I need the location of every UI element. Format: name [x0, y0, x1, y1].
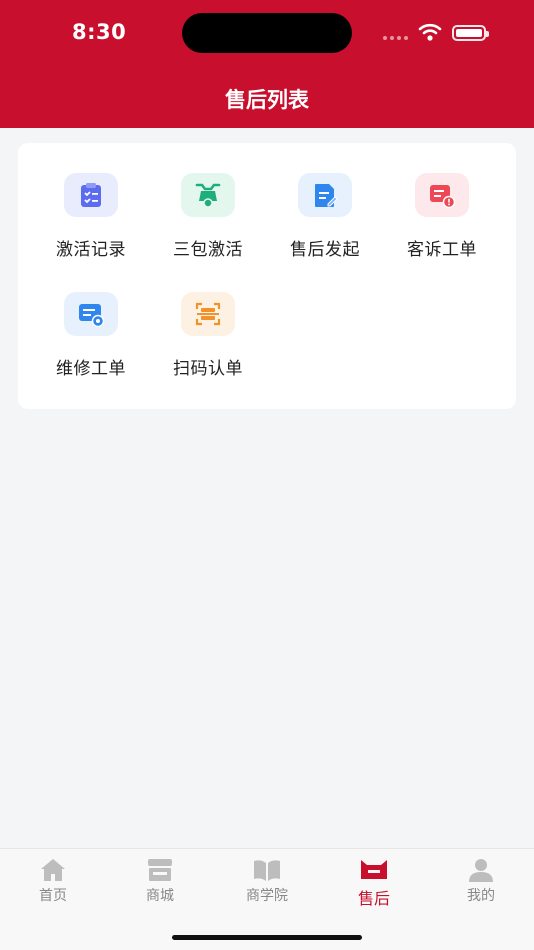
menu-item-repair-order[interactable]: 维修工单 [33, 292, 149, 392]
user-icon [469, 859, 493, 882]
home-indicator [172, 935, 362, 940]
menu-item-after-sales-initiate[interactable]: 售后发起 [267, 173, 383, 273]
tab-home[interactable]: 首页 [0, 857, 106, 907]
tab-after-sales[interactable]: 售后 [321, 857, 427, 908]
store-icon [148, 859, 172, 881]
status-time: 8:30 [72, 20, 127, 44]
status-bar: 8:30 [0, 0, 534, 66]
tab-label: 我的 [467, 888, 495, 904]
menu-item-activation-record[interactable]: 激活记录 [33, 173, 149, 273]
after-sales-icon [361, 860, 387, 879]
wifi-icon [418, 23, 442, 41]
document-edit-icon [298, 173, 352, 217]
tab-label: 首页 [39, 888, 67, 904]
after-sales-menu-card: 激活记录 三包激活 售后发起 客诉工单 维修工单 扫码认单 [18, 143, 516, 409]
menu-item-scan-confirm[interactable]: 扫码认单 [150, 292, 266, 392]
battery-icon [452, 25, 489, 41]
menu-item-warranty-activation[interactable]: 三包激活 [150, 173, 266, 273]
complaint-message-icon [415, 173, 469, 217]
book-icon [254, 860, 280, 881]
menu-item-label: 扫码认单 [173, 359, 243, 379]
clipboard-checklist-icon [64, 173, 118, 217]
app-header: 8:30 售后列表 [0, 0, 534, 128]
menu-item-label: 维修工单 [56, 359, 126, 379]
scooter-icon [181, 173, 235, 217]
menu-item-label: 激活记录 [56, 240, 126, 260]
scan-code-icon [181, 292, 235, 336]
repair-order-eye-icon [64, 292, 118, 336]
menu-item-label: 三包激活 [173, 240, 243, 260]
tab-label: 商学院 [246, 888, 288, 904]
dynamic-island [182, 13, 352, 53]
tab-mine[interactable]: 我的 [428, 857, 534, 907]
tab-store[interactable]: 商城 [107, 857, 213, 907]
tab-label: 售后 [357, 889, 390, 908]
page-title: 售后列表 [225, 88, 309, 112]
tab-business-school[interactable]: 商学院 [214, 857, 320, 907]
home-icon [41, 859, 65, 881]
menu-item-label: 售后发起 [290, 240, 360, 260]
tab-label: 商城 [146, 888, 174, 904]
menu-item-complaint-order[interactable]: 客诉工单 [384, 173, 500, 273]
menu-item-label: 客诉工单 [407, 240, 477, 260]
cellular-signal-icon [383, 36, 408, 40]
